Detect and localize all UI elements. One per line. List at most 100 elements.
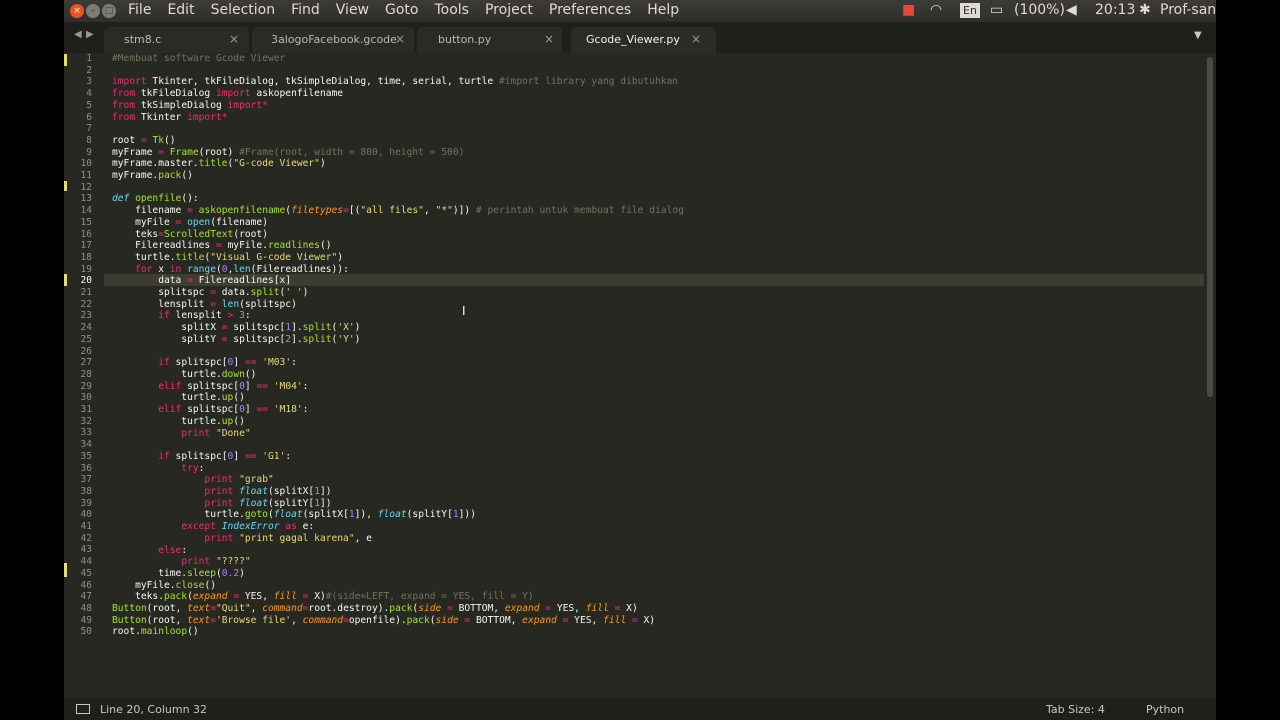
battery-icon[interactable]: ▭ <box>990 2 1003 18</box>
code-content[interactable]: #Membuat software Gcode Viewer import Tk… <box>112 53 684 638</box>
clock[interactable]: 20:13 <box>1095 2 1135 18</box>
line-number: 5 <box>86 99 92 111</box>
line-number: 18 <box>80 251 92 263</box>
line-number: 47 <box>80 591 92 603</box>
status-bar: Line 20, Column 32 Tab Size: 4 Python <box>64 698 1216 720</box>
tab-next-icon[interactable]: ▶ <box>86 29 94 40</box>
menu-preferences[interactable]: Preferences <box>549 2 639 18</box>
line-number: 10 <box>80 158 92 170</box>
cursor-position: Line 20, Column 32 <box>100 703 208 716</box>
line-number: 16 <box>80 228 92 240</box>
tab-label: 3alogoFacebook.gcode <box>271 33 397 46</box>
line-number: 25 <box>80 333 92 345</box>
line-number: 15 <box>80 216 92 228</box>
tab-stm8[interactable]: stm8.c × <box>104 27 249 53</box>
tab-size-indicator[interactable]: Tab Size: 4 <box>1046 703 1105 716</box>
tab-prev-icon[interactable]: ◀ <box>74 29 82 40</box>
syntax-indicator[interactable]: Python <box>1146 703 1184 716</box>
user-name[interactable]: Prof-san <box>1160 2 1216 18</box>
line-number: 21 <box>80 287 92 298</box>
line-number: 9 <box>86 146 92 158</box>
menu-view[interactable]: View <box>336 2 377 18</box>
keyboard-layout[interactable]: En <box>960 3 980 18</box>
line-number: 13 <box>80 193 92 205</box>
settings-gear-icon[interactable]: ✱ <box>1139 2 1151 18</box>
menu-goto[interactable]: Goto <box>385 2 426 18</box>
volume-icon[interactable]: ◀ <box>1066 2 1077 18</box>
line-number: 50 <box>80 626 92 638</box>
vertical-scrollbar[interactable] <box>1207 57 1213 397</box>
line-number: 27 <box>80 357 92 369</box>
menu-find[interactable]: Find <box>291 2 328 18</box>
close-icon[interactable]: × <box>544 32 554 46</box>
tab-bar: ◀ ▶ stm8.c × 3alogoFacebook.gcode × butt… <box>64 22 1216 53</box>
line-number: 30 <box>80 392 92 404</box>
line-number: 46 <box>80 579 92 591</box>
line-number: 41 <box>80 521 92 532</box>
line-number: 36 <box>80 462 92 474</box>
line-number: 14 <box>80 205 92 217</box>
code-editor[interactable]: 1 2 3 4 5 6 7 8 9 10 11 12 13 14 15 16 17 18 19 20 21 22 23 24 2… <box>64 53 1216 698</box>
menu-tools[interactable]: Tools <box>434 2 477 18</box>
menu-bar: File Edit Selection Find View Goto Tools… <box>128 2 695 18</box>
line-number: 29 <box>80 380 92 392</box>
line-number: 4 <box>86 88 92 100</box>
camera-icon[interactable]: ■ <box>902 2 915 18</box>
tab-label: Gcode_Viewer.py <box>586 33 680 46</box>
tab-3alogofacebook[interactable]: 3alogoFacebook.gcode × <box>252 27 414 53</box>
line-number: 24 <box>80 322 92 334</box>
line-number: 34 <box>80 439 92 451</box>
wifi-icon[interactable]: ◠ <box>930 2 942 18</box>
line-number: 6 <box>86 111 92 123</box>
line-number: 43 <box>80 544 92 556</box>
tab-label: button.py <box>438 33 492 46</box>
line-number: 28 <box>80 368 92 380</box>
modified-line-marker <box>64 274 67 286</box>
line-number: 45 <box>80 567 92 579</box>
menu-selection[interactable]: Selection <box>211 2 284 18</box>
line-number: 23 <box>80 310 92 322</box>
line-number-gutter: 1 2 3 4 5 6 7 8 9 10 11 12 13 14 15 16 17 18 19 20 21 22 23 24 2… <box>64 53 104 698</box>
line-number: 31 <box>80 404 92 415</box>
line-number: 39 <box>80 497 92 509</box>
line-number: 26 <box>80 345 92 357</box>
line-number: 2 <box>86 64 92 76</box>
line-number: 40 <box>80 509 92 521</box>
line-number: 19 <box>80 263 92 275</box>
line-number: 12 <box>80 181 92 193</box>
line-number: 38 <box>80 485 92 497</box>
close-icon[interactable]: × <box>691 32 701 46</box>
modified-line-marker <box>64 181 67 191</box>
close-icon[interactable]: × <box>229 32 239 46</box>
line-number: 32 <box>80 415 92 427</box>
line-number: 22 <box>80 298 92 310</box>
menu-file[interactable]: File <box>128 2 159 18</box>
text-cursor-icon: I <box>462 304 466 318</box>
line-number: 33 <box>80 427 92 439</box>
line-number: 3 <box>86 76 92 88</box>
line-number: 44 <box>80 556 92 568</box>
battery-percent: (100%) <box>1014 2 1065 18</box>
tab-dropdown-icon[interactable]: ▼ <box>1194 30 1202 41</box>
line-number: 35 <box>80 450 92 462</box>
line-number: 48 <box>80 602 92 614</box>
tab-gcode-viewer[interactable]: Gcode_Viewer.py × <box>571 27 716 53</box>
line-number: 20 <box>80 275 92 287</box>
maximize-window-icon[interactable]: □ <box>102 4 116 18</box>
modified-line-marker <box>64 563 67 577</box>
minimize-window-icon[interactable]: – <box>86 4 100 18</box>
line-number: 7 <box>86 123 92 135</box>
menu-help[interactable]: Help <box>647 2 687 18</box>
menu-project[interactable]: Project <box>485 2 541 18</box>
close-window-icon[interactable]: × <box>70 4 84 18</box>
tab-button[interactable]: button.py × <box>417 27 562 53</box>
tab-label: stm8.c <box>124 33 162 46</box>
console-toggle-icon[interactable] <box>76 704 90 714</box>
line-number: 17 <box>80 240 92 252</box>
close-icon[interactable]: × <box>395 32 405 46</box>
line-number: 42 <box>80 532 92 544</box>
top-panel: × – □ File Edit Selection Find View Goto… <box>64 0 1216 22</box>
line-number: 11 <box>80 170 92 181</box>
modified-line-marker <box>64 54 67 66</box>
menu-edit[interactable]: Edit <box>167 2 202 18</box>
